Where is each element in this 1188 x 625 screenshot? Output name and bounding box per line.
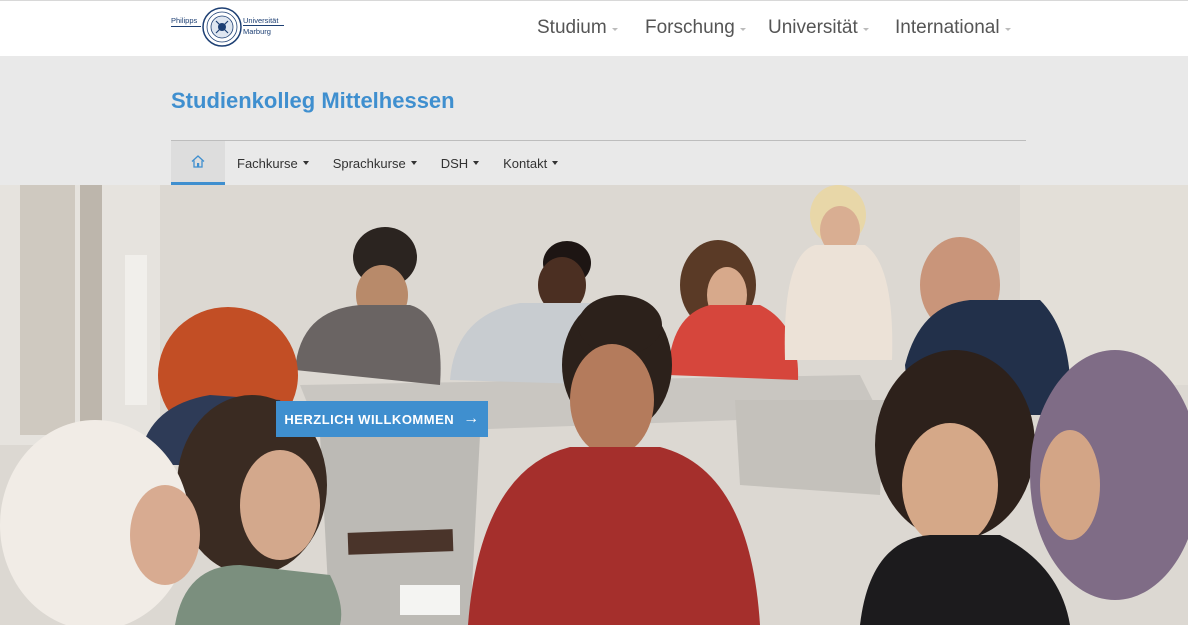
caret-down-icon (552, 161, 559, 165)
logo-rule-left (171, 26, 201, 27)
main-nav-forschung[interactable]: Forschung (645, 17, 768, 39)
logo-text-right-1: Universität (243, 16, 279, 25)
logo-rule-right (243, 25, 284, 26)
home-icon (191, 155, 205, 168)
main-nav-studium[interactable]: Studium (537, 17, 645, 39)
sub-navigation: Fachkurse Sprachkurse DSH Kontakt (171, 141, 570, 185)
top-bar: Philipps Universität Marburg Studium For… (0, 0, 1188, 56)
main-nav-label: Studium (537, 17, 607, 38)
welcome-button-label: HERZLICH WILLKOMMEN (284, 411, 455, 427)
logo-text-right-2: Marburg (243, 27, 271, 36)
main-nav-label: International (895, 17, 1000, 38)
university-seal-icon (202, 7, 242, 47)
arrow-right-icon: → (463, 410, 480, 427)
caret-down-icon (611, 27, 618, 31)
main-nav-label: Universität (768, 17, 858, 38)
main-nav-label: Forschung (645, 17, 735, 38)
main-nav-universitaet[interactable]: Universität (768, 17, 895, 39)
sub-nav-label: Kontakt (503, 155, 548, 171)
caret-down-icon (862, 27, 869, 31)
home-button[interactable] (171, 141, 225, 185)
sub-nav-fachkurse[interactable]: Fachkurse (225, 141, 321, 185)
caret-down-icon (302, 161, 309, 165)
main-nav-international[interactable]: International (895, 17, 1011, 39)
sub-nav-kontakt[interactable]: Kontakt (491, 141, 570, 185)
welcome-button[interactable]: HERZLICH WILLKOMMEN → (276, 401, 488, 437)
university-logo[interactable]: Philipps Universität Marburg (171, 7, 287, 47)
logo-text-left: Philipps (171, 16, 198, 25)
caret-down-icon (473, 161, 480, 165)
sub-nav-dsh[interactable]: DSH (429, 141, 491, 185)
sub-nav-sprachkurse[interactable]: Sprachkurse (321, 141, 429, 185)
hero-image (0, 185, 1188, 625)
caret-down-icon (410, 161, 417, 165)
caret-down-icon (1004, 27, 1011, 31)
main-navigation: Studium Forschung Universität Internatio… (537, 17, 1011, 39)
classroom-photo (0, 185, 1188, 625)
site-title[interactable]: Studienkolleg Mittelhessen (171, 88, 455, 114)
sub-nav-label: Sprachkurse (332, 155, 406, 171)
sub-nav-label: Fachkurse (237, 155, 298, 171)
caret-down-icon (739, 27, 746, 31)
sub-nav-label: DSH (440, 155, 469, 171)
